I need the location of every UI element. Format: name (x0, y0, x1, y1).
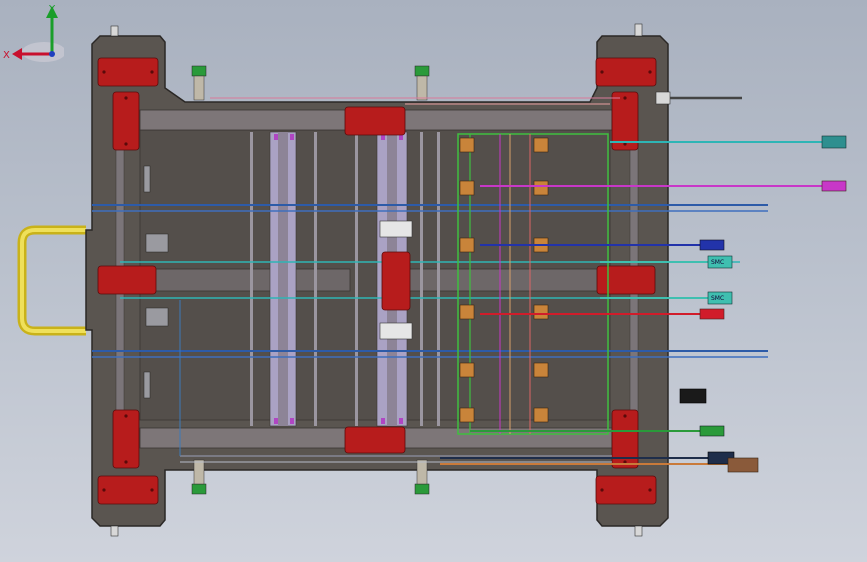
cylinder-head (533, 180, 549, 196)
pad-center-bottom (344, 426, 406, 454)
cylinder-head (533, 362, 549, 378)
cylinder-head (533, 137, 549, 153)
pad-bottom-right (595, 475, 657, 505)
y-axis-label: Y (48, 4, 56, 15)
axis-triad: Y X (3, 4, 64, 62)
center-block-bottom (379, 322, 413, 340)
cylinder-head (459, 362, 475, 378)
pad-left-top (112, 91, 140, 151)
cylinder-head (533, 304, 549, 320)
cylinder-head (459, 237, 475, 253)
center-block-top (379, 220, 413, 238)
z-axis-dot (49, 51, 55, 57)
handle-bar (17, 225, 86, 336)
pad-left-bottom (112, 409, 140, 469)
cylinder-head (533, 407, 549, 423)
cylinder-head (459, 304, 475, 320)
pad-right-bottom (611, 409, 639, 469)
pad-top-left (97, 57, 159, 87)
x-axis-arrow (12, 48, 22, 60)
pad-center-mid (381, 251, 411, 311)
cad-viewport[interactable]: SMC SMC Y X (0, 0, 867, 562)
pad-top-right (595, 57, 657, 87)
triad-shadow (22, 42, 64, 62)
cylinder-head (459, 137, 475, 153)
cad-assembly-model[interactable]: SMC SMC (0, 0, 867, 562)
handle-bar-highlight (20, 228, 86, 333)
middle-beam-right (404, 268, 601, 292)
cylinder-head (459, 407, 475, 423)
pad-bottom-left (97, 475, 159, 505)
pad-right-mid (596, 265, 656, 295)
valve-tag-1: SMC (711, 259, 724, 266)
cylinder-head (459, 180, 475, 196)
pad-center-top (344, 106, 406, 136)
valve-tag-2: SMC (711, 295, 724, 302)
hose-fittings (655, 91, 847, 473)
pad-left-mid (97, 265, 157, 295)
x-axis-label: X (3, 50, 10, 61)
